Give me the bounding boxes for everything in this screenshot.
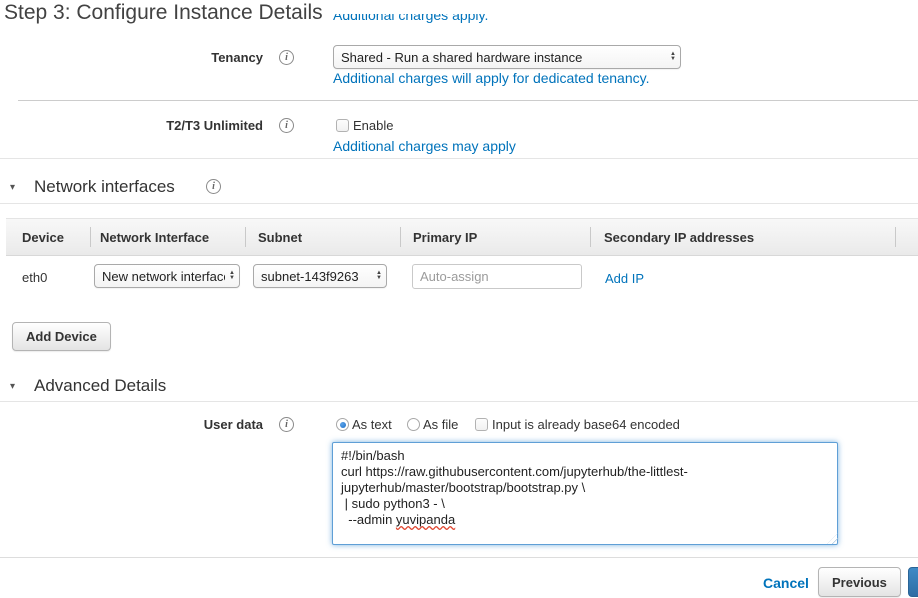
network-interface-select-value: New network interface	[102, 269, 225, 284]
section-divider	[0, 203, 918, 204]
column-divider	[90, 227, 91, 247]
as-file-radio[interactable]	[407, 418, 420, 431]
tenancy-select[interactable]: Shared - Run a shared hardware instance …	[333, 45, 681, 69]
device-cell: eth0	[22, 270, 47, 285]
advanced-details-collapse-icon[interactable]: ▾	[10, 381, 15, 392]
section-divider	[18, 100, 918, 101]
primary-ip-input[interactable]	[412, 264, 582, 289]
network-interface-select[interactable]: New network interface ▲▼	[94, 264, 240, 288]
tenancy-info-icon[interactable]: i	[279, 50, 294, 65]
column-divider	[590, 227, 591, 247]
as-file-radio-label: As file	[423, 417, 458, 432]
dedicated-tenancy-charges-link[interactable]: Additional charges will apply for dedica…	[333, 70, 649, 86]
advanced-details-section-title: Advanced Details	[34, 376, 166, 396]
column-divider	[245, 227, 246, 247]
additional-charges-may-apply-link[interactable]: Additional charges may apply	[333, 138, 516, 154]
clipped-scroll-region: Additional charges apply.	[333, 14, 553, 31]
enable-checkbox-label: Enable	[353, 118, 393, 133]
subnet-select[interactable]: subnet-143f9263 ▲▼	[253, 264, 387, 288]
column-header-primary-ip: Primary IP	[413, 230, 477, 245]
column-header-secondary-ip: Secondary IP addresses	[604, 230, 754, 245]
tenancy-label: Tenancy	[0, 50, 263, 65]
network-interfaces-collapse-icon[interactable]: ▾	[10, 182, 15, 193]
column-header-network-interface: Network Interface	[100, 230, 209, 245]
configure-instance-page: Step 3: Configure Instance Details Addit…	[0, 0, 918, 598]
next-review-button[interactable]	[908, 567, 918, 597]
select-stepper-icon: ▲▼	[225, 271, 235, 281]
page-title: Step 3: Configure Instance Details	[4, 1, 323, 25]
network-interfaces-table-header: Device Network Interface Subnet Primary …	[6, 218, 918, 256]
enable-unlimited-checkbox[interactable]	[336, 119, 349, 132]
column-header-subnet: Subnet	[258, 230, 302, 245]
add-device-button[interactable]: Add Device	[12, 322, 111, 351]
network-interfaces-section-title: Network interfaces	[34, 177, 175, 197]
user-data-info-icon[interactable]: i	[279, 417, 294, 432]
tenancy-select-value: Shared - Run a shared hardware instance	[341, 50, 666, 65]
as-text-radio-label: As text	[352, 417, 392, 432]
select-stepper-icon: ▲▼	[666, 52, 676, 62]
add-ip-link[interactable]: Add IP	[605, 271, 644, 286]
base64-checkbox-label: Input is already base64 encoded	[492, 417, 680, 432]
t2t3-unlimited-label: T2/T3 Unlimited	[0, 118, 263, 133]
t2t3-info-icon[interactable]: i	[279, 118, 294, 133]
select-stepper-icon: ▲▼	[372, 271, 382, 281]
network-interfaces-info-icon[interactable]: i	[206, 179, 221, 194]
as-text-radio[interactable]	[336, 418, 349, 431]
section-divider	[0, 401, 918, 402]
column-header-device: Device	[22, 230, 64, 245]
user-data-textarea[interactable]: #!/bin/bash curl https://raw.githubuserc…	[332, 442, 838, 545]
additional-charges-apply-link[interactable]: Additional charges apply.	[333, 14, 553, 23]
radio-selected-dot	[340, 422, 346, 428]
section-divider	[0, 158, 918, 159]
cancel-link[interactable]: Cancel	[763, 575, 809, 591]
footer-divider	[0, 557, 918, 558]
user-data-label: User data	[0, 417, 263, 432]
previous-button[interactable]: Previous	[818, 567, 901, 597]
column-divider	[895, 227, 896, 247]
column-divider	[400, 227, 401, 247]
base64-encoded-checkbox[interactable]	[475, 418, 488, 431]
subnet-select-value: subnet-143f9263	[261, 269, 372, 284]
